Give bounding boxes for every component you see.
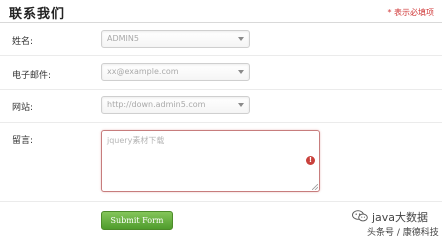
- required-marker-icon: [238, 103, 244, 107]
- row-divider: [0, 122, 442, 123]
- message-textarea[interactable]: jquery素材下载: [101, 130, 320, 192]
- row-divider: [0, 55, 442, 56]
- message-placeholder: jquery素材下载: [107, 136, 165, 145]
- resize-grip-icon[interactable]: [312, 184, 318, 190]
- watermark-title: java大数据: [372, 211, 429, 224]
- required-note: * 表示必填项: [387, 8, 434, 17]
- email-field[interactable]: xx@example.com: [101, 63, 250, 81]
- website-label: 网站:: [12, 103, 34, 113]
- row-divider: [0, 201, 442, 202]
- watermark-subtitle: 头条号 / 康德科技: [367, 228, 439, 238]
- website-placeholder: http://down.admin5.com: [107, 100, 206, 109]
- submit-button[interactable]: Submit Form: [101, 211, 173, 230]
- message-label: 留言:: [12, 136, 34, 146]
- name-value: ADMIN5: [107, 34, 139, 43]
- wechat-icon: [352, 210, 368, 222]
- row-divider: [0, 89, 442, 90]
- name-field[interactable]: ADMIN5: [101, 30, 250, 48]
- email-label: 电子邮件:: [12, 71, 52, 81]
- email-placeholder: xx@example.com: [107, 67, 179, 76]
- name-label: 姓名:: [12, 37, 34, 47]
- page-title: 联系我们: [9, 7, 66, 22]
- error-icon: !: [306, 156, 315, 165]
- watermark: java大数据 头条号 / 康德科技: [352, 207, 440, 238]
- header-divider: [0, 22, 442, 23]
- required-marker-icon: [238, 37, 244, 41]
- required-marker-icon: [238, 70, 244, 74]
- website-field[interactable]: http://down.admin5.com: [101, 96, 250, 114]
- form-header: 联系我们 * 表示必填项: [0, 0, 442, 22]
